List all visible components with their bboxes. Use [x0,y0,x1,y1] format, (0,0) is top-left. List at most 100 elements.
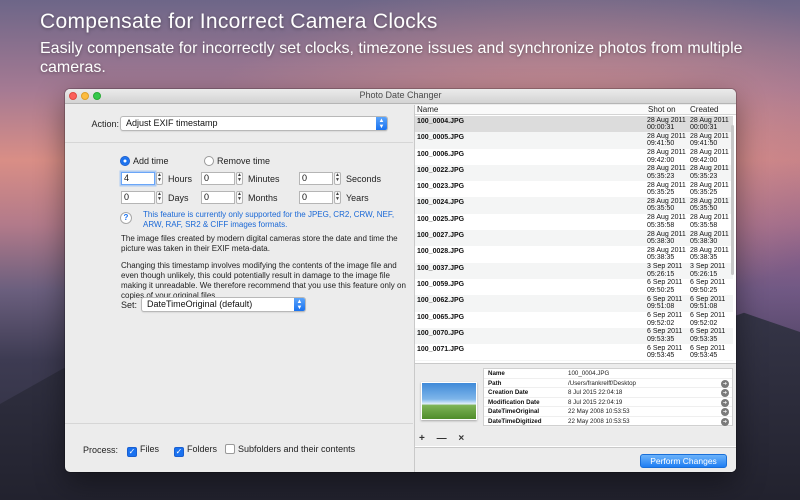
arrow-right-icon[interactable]: ➜ [721,379,729,388]
shot-time: 05:38:30 [647,238,675,246]
table-row[interactable]: 100_0004.JPG 28 Aug 2011 00:00:31 28 Aug 20… [415,116,733,133]
seconds-field[interactable]: 0 [299,172,333,185]
created-time: 05:35:58 [690,221,718,229]
set-field-popup[interactable]: DateTimeOriginal (default) ▲ ▼ [141,297,306,312]
table-row[interactable]: 100_0070.JPG 6 Sep 2011 09:53:35 6 Sep 2011… [415,327,733,345]
help-icon[interactable]: ? [120,212,132,224]
perform-changes-button[interactable]: Perform Changes [640,454,727,468]
add-files-button[interactable]: + [419,433,425,444]
created-date: 6 Sep 2011 [690,312,726,320]
table-row[interactable]: 100_0022.JPG 28 Aug 2011 05:35:23 28 Aug 20… [415,164,733,182]
shot-on-cell: 28 Aug 2011 09:41:50 [647,133,686,148]
table-row[interactable]: 100_0024.JPG 28 Aug 2011 05:35:50 28 Aug 20… [415,197,733,214]
list-tools: + — × [419,433,473,444]
title-bar[interactable]: Photo Date Changer [65,89,736,104]
table-row[interactable]: 100_0065.JPG 6 Sep 2011 09:52:02 6 Sep 2011… [415,312,733,328]
shot-time: 09:42:00 [647,156,675,164]
created-time: 09:51:08 [690,303,718,311]
info-row: DateTimeDigitized 22 May 2008 10:53:53 ➜ [484,417,732,427]
info-value: 22 May 2008 10:53:53 [568,417,630,425]
file-name: 100_0037.JPG [417,264,465,272]
remove-time-radio[interactable]: Remove time [204,156,270,166]
created-cell: 28 Aug 2011 05:35:25 [690,182,729,197]
created-time: 05:35:23 [690,172,718,180]
warning-paragraph: Changing this timestamp involves modifyi… [121,261,406,301]
shot-time: 05:26:15 [647,270,675,278]
file-name: 100_0006.JPG [417,150,465,158]
file-name: 100_0071.JPG [417,346,465,354]
table-row[interactable]: 100_0059.JPG 6 Sep 2011 09:50:25 6 Sep 2011… [415,279,733,295]
set-popup-value: DateTimeOriginal (default) [147,299,253,309]
arrow-right-icon[interactable]: ➜ [721,398,729,407]
minutes-label: Minutes [248,174,280,184]
file-list[interactable]: 100_0004.JPG 28 Aug 2011 00:00:31 28 Aug 20… [415,116,733,361]
table-row[interactable]: 100_0023.JPG 28 Aug 2011 05:35:25 28 Aug 20… [415,181,733,197]
column-header-shot-on[interactable]: Shot on [648,105,676,114]
file-list-pane: Name Shot on Created 100_0004.JPG 28 Aug … [414,105,736,472]
remove-time-label: Remove time [217,156,271,166]
subfolders-checkbox[interactable]: Subfolders and their contents [225,444,355,454]
table-row[interactable]: 100_0037.JPG 3 Sep 2011 05:26:15 3 Sep 2011… [415,262,733,279]
info-value: 8 Jul 2015 22:04:19 [568,398,623,406]
shot-time: 05:35:25 [647,189,675,197]
created-date: 28 Aug 2011 [690,165,729,173]
minutes-stepper[interactable]: ▲ ▼ [236,172,243,185]
clear-list-button[interactable]: × [458,433,464,444]
arrow-right-icon[interactable]: ➜ [721,408,729,417]
shot-time: 05:38:35 [647,254,675,262]
table-row[interactable]: 100_0072.JPG6 Sep 201109:54:106 Sep 2011… [415,360,733,361]
hours-field[interactable]: 4 [121,172,155,185]
table-row[interactable]: 100_0071.JPG 6 Sep 2011 09:53:45 6 Sep 2011… [415,344,733,360]
years-field[interactable]: 0 [299,191,333,204]
file-name: 100_0070.JPG [417,329,465,337]
bottom-bar: Perform Changes [415,447,736,472]
shot-on-cell: 28 Aug 2011 05:38:30 [647,231,686,246]
list-scrollbar[interactable] [731,125,734,275]
shot-date: 6 Sep 2011 [647,312,683,320]
checkmark-icon: ✓ [127,447,137,457]
table-row[interactable]: 100_0025.JPG 28 Aug 2011 05:35:58 28 Aug 20… [415,214,733,230]
days-stepper[interactable]: ▲ ▼ [156,191,163,204]
months-label: Months [248,193,278,203]
years-stepper[interactable]: ▲ ▼ [334,191,341,204]
shot-on-cell: 28 Aug 2011 05:35:58 [647,214,686,229]
info-key: DateTimeOriginal [488,408,540,416]
created-cell: 28 Aug 2011 05:35:23 [690,165,729,180]
days-field[interactable]: 0 [121,191,155,204]
supported-formats-note: This feature is currently only supported… [143,210,394,230]
arrow-right-icon[interactable]: ➜ [721,417,729,426]
minutes-field[interactable]: 0 [201,172,235,185]
popup-arrows-icon: ▲ ▼ [376,117,387,130]
file-name: 100_0005.JPG [417,134,465,142]
info-key: Modification Date [488,398,540,406]
seconds-stepper[interactable]: ▲ ▼ [334,172,341,185]
divider [65,142,413,143]
files-checkbox[interactable]: ✓ Files [127,444,159,457]
file-name: 100_0028.JPG [417,248,465,256]
column-header-name[interactable]: Name [417,105,438,114]
shot-on-cell: 28 Aug 2011 05:35:25 [647,182,686,197]
para1-line-1: The image files created by modern digita… [121,234,398,243]
remove-files-button[interactable]: — [437,433,447,444]
created-date: 6 Sep 2011 [690,328,726,336]
table-row[interactable]: 100_0028.JPG 28 Aug 2011 05:38:35 28 Aug 20… [415,246,733,262]
shot-on-cell: 6 Sep 2011 09:50:25 [647,279,682,294]
shot-on-cell: 28 Aug 2011 00:00:31 [647,117,686,132]
created-date: 6 Sep 2011 [690,295,726,303]
folders-checkbox[interactable]: ✓ Folders [174,444,217,457]
months-stepper[interactable]: ▲ ▼ [236,191,243,204]
months-field[interactable]: 0 [201,191,235,204]
add-time-radio[interactable]: Add time [120,156,169,166]
days-label: Days [168,193,189,203]
info-value: /Users/frankrelff/Desktop [568,379,636,387]
hours-stepper[interactable]: ▲ ▼ [156,172,163,185]
table-row[interactable]: 100_0062.JPG 6 Sep 2011 09:51:08 6 Sep 2011… [415,295,733,312]
shot-time: 09:52:02 [647,319,675,327]
table-row[interactable]: 100_0027.JPG 28 Aug 2011 05:38:30 28 Aug 20… [415,230,733,247]
arrow-right-icon[interactable]: ➜ [721,389,729,398]
table-row[interactable]: 100_0006.JPG 28 Aug 2011 09:42:00 28 Aug 20… [415,149,733,165]
action-popup[interactable]: Adjust EXIF timestamp ▲ ▼ [120,116,388,131]
table-row[interactable]: 100_0005.JPG 28 Aug 2011 09:41:50 28 Aug 20… [415,132,733,149]
shot-on-cell: 6 Sep 2011 09:52:02 [647,312,682,327]
column-header-created[interactable]: Created [690,105,718,114]
